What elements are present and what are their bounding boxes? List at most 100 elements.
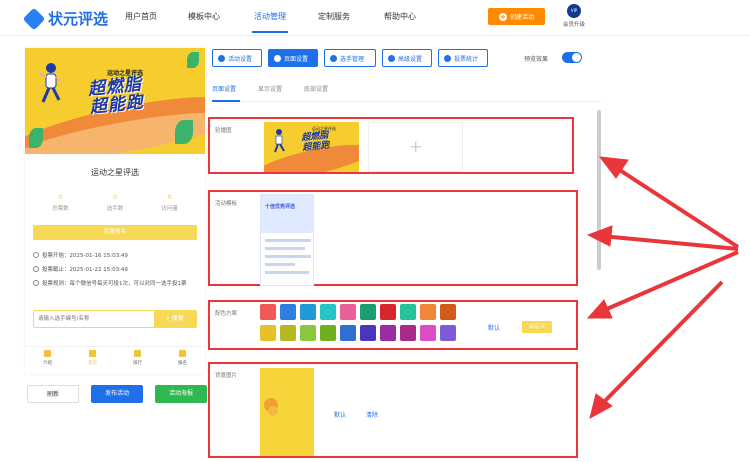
publish-button[interactable]: 发布活动 bbox=[91, 385, 143, 403]
color-swatch[interactable] bbox=[320, 304, 336, 320]
stats-row: 0 总票数 0 选手数 0 访问量 bbox=[33, 194, 197, 212]
carousel-image[interactable]: 运动之星评选 超燃脂 超能跑 bbox=[264, 122, 359, 172]
color-swatch[interactable] bbox=[280, 325, 296, 341]
contestant-search: ⌕ 搜索 bbox=[33, 310, 197, 328]
subtab-page-settings[interactable]: 页面设置 bbox=[212, 84, 236, 93]
template-thumbnail[interactable]: 十佳优秀评选 bbox=[260, 194, 314, 286]
logo[interactable]: 状元评选 bbox=[22, 7, 109, 30]
color-custom-button[interactable]: 自定义 bbox=[522, 321, 552, 333]
color-swatch[interactable] bbox=[440, 304, 456, 320]
clock-icon bbox=[33, 252, 39, 258]
carousel-label: 轮播图 bbox=[215, 128, 232, 134]
vote-end-time: 投票截止：2025-01-22 15:03:49 bbox=[33, 265, 193, 275]
subtab-active-indicator bbox=[212, 100, 240, 102]
preview-banner: 运动之星评选 超燃脂 超能跑 bbox=[25, 48, 205, 154]
color-swatch[interactable] bbox=[420, 325, 436, 341]
add-carousel-image-button[interactable]: + bbox=[368, 122, 463, 172]
users-icon bbox=[330, 54, 337, 62]
template-label: 活动模板 bbox=[215, 201, 238, 207]
stat-visits: 0 访问量 bbox=[161, 194, 178, 212]
signup-icon bbox=[179, 350, 186, 357]
signup-button[interactable]: 我要报名 bbox=[33, 225, 197, 240]
subtab-bottom-settings[interactable]: 底部设置 bbox=[304, 84, 328, 93]
clock-icon bbox=[33, 266, 39, 272]
color-scheme-section: 配色方案 默认 自定义 bbox=[208, 300, 578, 350]
subtab-divider bbox=[212, 101, 602, 102]
mobile-preview: 运动之星评选 超燃脂 超能跑 运动之星评选 0 总票数 0 选手数 0 访问量 … bbox=[25, 48, 205, 374]
template-thumb-title: 十佳优秀评选 bbox=[265, 204, 296, 210]
tab-advanced-settings[interactable]: 高级设置 bbox=[382, 49, 432, 67]
gear-icon bbox=[274, 54, 281, 62]
home-icon bbox=[89, 350, 96, 357]
bar-chart-icon bbox=[444, 54, 451, 62]
preview-effect-toggle[interactable] bbox=[562, 52, 582, 63]
scrollbar[interactable] bbox=[597, 110, 601, 270]
color-swatch[interactable] bbox=[400, 304, 416, 320]
nav-user-home[interactable]: 用户首页 bbox=[125, 0, 157, 34]
color-swatch[interactable] bbox=[260, 304, 276, 320]
stat-contestants: 0 选手数 bbox=[106, 194, 124, 212]
create-activity-button[interactable]: + 创建活动 bbox=[488, 8, 545, 25]
color-swatch[interactable] bbox=[300, 325, 316, 341]
color-scheme-label: 配色方案 bbox=[215, 311, 238, 317]
color-swatch[interactable] bbox=[400, 325, 416, 341]
arrow-head bbox=[589, 393, 613, 419]
color-swatch[interactable] bbox=[280, 304, 296, 320]
background-image-thumbnail[interactable] bbox=[260, 368, 314, 456]
vip-label: 会员升级 bbox=[562, 22, 585, 28]
color-swatch[interactable] bbox=[340, 325, 356, 341]
color-swatch[interactable] bbox=[260, 325, 276, 341]
color-swatch[interactable] bbox=[340, 304, 356, 320]
arrow-head bbox=[586, 299, 613, 319]
btab-intro[interactable]: 介绍 bbox=[25, 347, 70, 374]
color-swatch[interactable] bbox=[320, 325, 336, 341]
nav-template-center[interactable]: 模板中心 bbox=[188, 0, 220, 34]
activity-card: 运动之星评选 0 总票数 0 选手数 0 访问量 bbox=[33, 160, 197, 228]
background-image-section: 背景图片 默认 清除 bbox=[208, 362, 578, 458]
color-swatch[interactable] bbox=[360, 304, 376, 320]
carousel-section: 轮播图 运动之星评选 超燃脂 超能跑 + bbox=[208, 117, 574, 174]
arrow-head bbox=[598, 156, 629, 179]
tab-vote-statistics[interactable]: 投票统计 bbox=[438, 49, 488, 67]
btab-signup[interactable]: 报名 bbox=[160, 347, 205, 374]
color-default-link[interactable]: 默认 bbox=[488, 323, 500, 332]
nav-custom-service[interactable]: 定制服务 bbox=[318, 0, 350, 34]
tab-contestant-management[interactable]: 选手管理 bbox=[324, 49, 376, 67]
nav-active-indicator bbox=[252, 31, 288, 33]
ranking-icon bbox=[134, 350, 141, 357]
background-image-label: 背景图片 bbox=[215, 373, 238, 379]
bg-default-link[interactable]: 默认 bbox=[334, 410, 346, 419]
search-input[interactable] bbox=[34, 311, 154, 327]
color-swatch[interactable] bbox=[420, 304, 436, 320]
tab-page-settings[interactable]: 页面设置 bbox=[268, 49, 318, 67]
vip-badge-icon: VIP bbox=[567, 4, 581, 18]
nav-help-center[interactable]: 帮助中心 bbox=[384, 0, 416, 34]
poster-button[interactable]: 活动海报 bbox=[155, 385, 207, 403]
preview-actions: 刷新 发布活动 活动海报 bbox=[25, 385, 207, 403]
nav-activity-management[interactable]: 活动管理 bbox=[254, 0, 286, 34]
create-activity-label: 创建活动 bbox=[509, 14, 534, 21]
logo-icon bbox=[22, 7, 46, 30]
logo-text: 状元评选 bbox=[48, 10, 109, 28]
btab-ranking[interactable]: 排行 bbox=[115, 347, 160, 374]
vote-start-time: 投票开始：2025-01-16 15:03:49 bbox=[33, 251, 193, 261]
preview-effect-label: 预览效果 bbox=[524, 56, 549, 63]
plus-icon: + bbox=[498, 12, 507, 21]
btab-home[interactable]: 首页 bbox=[70, 347, 115, 374]
subtab-display-settings[interactable]: 显示设置 bbox=[258, 84, 282, 93]
preview-bottom-tabs: 介绍 首页 排行 报名 bbox=[25, 346, 205, 374]
color-swatch[interactable] bbox=[440, 325, 456, 341]
search-button[interactable]: ⌕ 搜索 bbox=[154, 311, 196, 327]
color-swatch[interactable] bbox=[380, 304, 396, 320]
color-swatch[interactable] bbox=[360, 325, 376, 341]
vip-upgrade[interactable]: VIP 会员升级 bbox=[560, 4, 588, 28]
tab-activity-settings[interactable]: 活动设置 bbox=[212, 49, 262, 67]
vote-rule: 投票规则：每个微信号每天可投1次，可以对同一选手投1票 bbox=[33, 279, 193, 289]
gear-icon bbox=[218, 54, 225, 62]
stat-total-votes: 0 总票数 bbox=[52, 194, 69, 212]
settings-icon bbox=[388, 54, 395, 62]
refresh-button[interactable]: 刷新 bbox=[27, 385, 79, 403]
color-swatch[interactable] bbox=[380, 325, 396, 341]
bg-clear-link[interactable]: 清除 bbox=[366, 410, 378, 419]
color-swatch[interactable] bbox=[300, 304, 316, 320]
